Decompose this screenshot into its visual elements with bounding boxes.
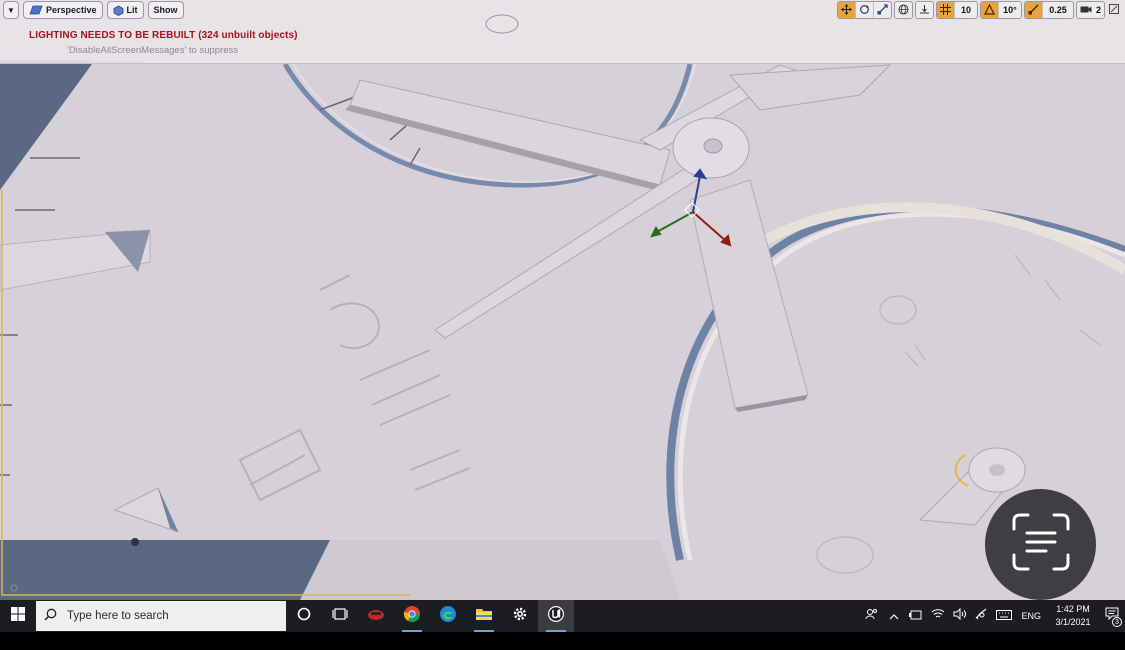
lit-sphere-icon	[113, 5, 124, 16]
battery-icon	[909, 607, 923, 625]
keyboard-icon	[996, 607, 1013, 625]
camera-speed-button[interactable]: 2	[1077, 2, 1104, 18]
battery-button[interactable]	[905, 600, 927, 632]
touch-keyboard-button[interactable]	[993, 600, 1015, 632]
coordinate-space-group	[893, 1, 913, 19]
wifi-icon	[931, 607, 945, 625]
surface-snap-group	[914, 1, 934, 19]
people-button[interactable]	[861, 600, 883, 632]
world-space-button[interactable]	[895, 2, 912, 18]
search-placeholder: Type here to search	[67, 610, 169, 622]
lit-button[interactable]: Lit	[106, 1, 144, 19]
speaker-icon	[953, 607, 967, 625]
clock-time: 1:42 PM	[1056, 604, 1090, 614]
viewport-options-button[interactable]: ▼	[3, 1, 19, 19]
scale-snap-toggle[interactable]	[1024, 2, 1043, 18]
lit-label: Lit	[126, 5, 138, 15]
windows-logo-icon	[11, 606, 25, 626]
notification-count-badge: 3	[1112, 617, 1122, 627]
red-app-icon	[367, 607, 385, 626]
show-button[interactable]: Show	[147, 1, 184, 19]
maximize-icon	[1109, 1, 1119, 19]
scale-mode-button[interactable]	[874, 2, 891, 18]
chevron-up-icon	[889, 607, 899, 625]
transform-mode-group	[836, 1, 892, 19]
globe-icon	[898, 4, 909, 17]
folder-icon	[475, 606, 493, 626]
taskbar-file-explorer[interactable]	[466, 600, 502, 632]
scan-text-icon	[1010, 511, 1072, 578]
camera-speed-value: 2	[1095, 5, 1101, 15]
rotation-snap-value[interactable]: 10°	[999, 2, 1021, 18]
task-view-icon	[332, 607, 348, 626]
cortana-circle-icon	[297, 607, 311, 626]
rotate-icon	[859, 4, 870, 17]
action-center-button[interactable]: 3	[1099, 600, 1125, 632]
surface-snap-icon	[919, 4, 930, 17]
taskbar-app-red[interactable]	[358, 600, 394, 632]
rotate-mode-button[interactable]	[856, 2, 874, 18]
perspective-label: Perspective	[46, 5, 97, 15]
cortana-button[interactable]	[286, 600, 322, 632]
perspective-icon	[29, 5, 43, 15]
grid-snap-toggle[interactable]	[936, 2, 955, 18]
clock-date: 3/1/2021	[1055, 617, 1091, 627]
chrome-icon	[403, 605, 421, 628]
gear-icon	[512, 606, 528, 627]
viewport-toolbar-right: 10 10° 0.25 2	[836, 1, 1121, 19]
taskbar-search-box[interactable]: Type here to search	[36, 601, 286, 631]
screen-bottom-bezel	[0, 632, 1125, 650]
taskbar-settings[interactable]	[502, 600, 538, 632]
grid-snap-group: 10	[935, 1, 978, 19]
unreal-engine-icon	[547, 605, 565, 628]
scale-snap-icon	[1028, 4, 1039, 17]
scene-top-ring	[485, 14, 519, 34]
viewport-scene[interactable]	[0, 0, 1125, 600]
input-language-indicator[interactable]: ENG	[1015, 611, 1047, 621]
pen-workspace-button[interactable]	[971, 600, 993, 632]
camera-speed-group: 2	[1075, 1, 1105, 19]
pen-icon	[975, 607, 989, 625]
taskbar-edge[interactable]	[430, 600, 466, 632]
camera-icon	[1080, 4, 1092, 16]
rotation-snap-group: 10°	[979, 1, 1022, 19]
windows-taskbar: Type here to search ENG 1:42 PM 3/1/2021…	[0, 600, 1125, 632]
grid-icon	[939, 3, 951, 17]
search-icon	[44, 608, 57, 624]
task-view-button[interactable]	[322, 600, 358, 632]
perspective-button[interactable]: Perspective	[23, 1, 103, 19]
edge-icon	[439, 605, 457, 628]
translate-mode-button[interactable]	[837, 2, 856, 18]
suppress-hint-message: 'DisableAllScreenMessages' to suppress	[67, 45, 239, 56]
show-label: Show	[153, 5, 178, 15]
surface-snap-button[interactable]	[916, 2, 933, 18]
scene-shadow-bottom	[0, 540, 330, 600]
dropdown-arrow-icon: ▼	[7, 5, 15, 15]
people-icon	[865, 607, 879, 625]
level-viewport[interactable]: ▼ Perspective Lit Show 10 10° 0.25 2 LIG…	[0, 0, 1125, 600]
start-button[interactable]	[0, 600, 36, 632]
maximize-viewport-button[interactable]	[1107, 1, 1121, 19]
scale-snap-value[interactable]: 0.25	[1043, 2, 1073, 18]
grid-snap-value[interactable]: 10	[955, 2, 977, 18]
viewport-toolbar-left: ▼ Perspective Lit Show	[3, 1, 184, 19]
scale-icon	[877, 3, 888, 17]
system-tray: ENG 1:42 PM 3/1/2021 3	[861, 600, 1125, 632]
move-arrows-icon	[840, 3, 852, 17]
angle-icon	[984, 3, 995, 17]
scale-snap-group: 0.25	[1023, 1, 1074, 19]
rotation-snap-toggle[interactable]	[980, 2, 999, 18]
volume-button[interactable]	[949, 600, 971, 632]
taskbar-chrome[interactable]	[394, 600, 430, 632]
text-scan-button[interactable]	[985, 489, 1096, 600]
network-button[interactable]	[927, 600, 949, 632]
show-hidden-icons-button[interactable]	[883, 600, 905, 632]
taskbar-unreal-engine[interactable]	[538, 600, 574, 632]
taskbar-clock[interactable]: 1:42 PM 3/1/2021	[1047, 603, 1099, 629]
lighting-warning-message: LIGHTING NEEDS TO BE REBUILT (324 unbuil…	[29, 30, 298, 41]
